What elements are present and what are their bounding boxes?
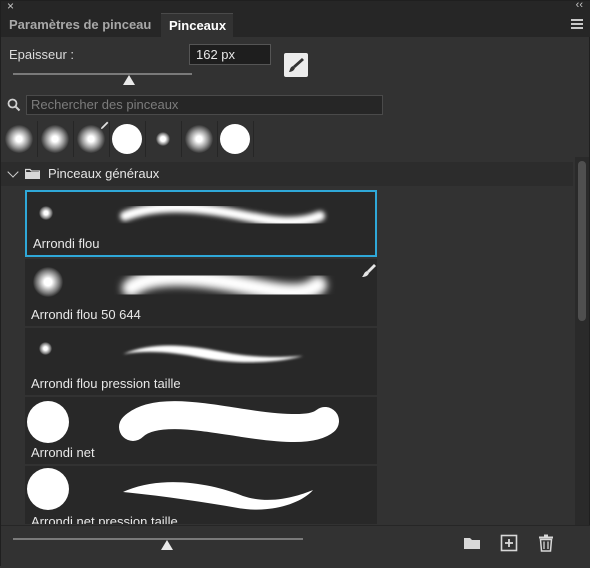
search-input[interactable]: Rechercher des pinceaux: [26, 95, 383, 115]
collapse-icon[interactable]: ‹‹: [576, 0, 583, 11]
panel-titlebar: × ‹‹: [1, 0, 590, 13]
preview-size-slider[interactable]: [13, 538, 303, 550]
stroke-preview: [122, 268, 327, 302]
brush-item-arrondi-flou-50[interactable]: Arrondi flou 50 644: [25, 259, 377, 326]
new-group-icon[interactable]: [463, 534, 481, 552]
list-scrollbar[interactable]: [575, 157, 589, 525]
brush-label: Arrondi flou 50 644: [31, 307, 141, 322]
chevron-down-icon[interactable]: [7, 166, 19, 178]
stroke-preview: [119, 401, 339, 442]
pressure-pen-icon: [100, 121, 109, 130]
brush-tip-preview: [220, 124, 250, 154]
recent-brush-6[interactable]: [181, 121, 218, 157]
tab-bar: Paramètres de pinceau Pinceaux: [1, 13, 590, 37]
brush-tip-preview: [27, 468, 69, 510]
stroke-preview: [123, 345, 303, 363]
brush-label: Arrondi flou pression taille: [31, 376, 181, 391]
brush-item-arrondi-flou-pression[interactable]: Arrondi flou pression taille: [25, 328, 377, 395]
size-field[interactable]: 162 px: [189, 44, 271, 65]
brush-tip-preview: [39, 342, 52, 355]
brush-item-arrondi-net-pression[interactable]: Arrondi net pression taille: [25, 466, 377, 524]
brush-label: Arrondi net: [31, 445, 95, 460]
brush-tip-preview: [41, 125, 69, 153]
brush-list: Arrondi flou Arrondi flou 50 644 Arrondi…: [1, 187, 573, 524]
close-icon[interactable]: ×: [7, 0, 14, 13]
stroke-preview: [120, 202, 325, 227]
stroke-preview: [123, 482, 313, 510]
recent-brush-1[interactable]: [1, 121, 38, 157]
size-slider-thumb[interactable]: [123, 75, 136, 85]
brush-tip-preview: [39, 206, 53, 220]
recent-brush-7[interactable]: [217, 121, 254, 157]
tab-brush-settings[interactable]: Paramètres de pinceau: [1, 13, 161, 37]
brush-tip-preview: [112, 124, 142, 154]
recent-brush-4[interactable]: [109, 121, 146, 157]
brush-group-row[interactable]: Pinceaux généraux: [1, 162, 573, 186]
preview-slider-thumb[interactable]: [160, 540, 173, 550]
brush-item-arrondi-flou[interactable]: Arrondi flou: [25, 190, 377, 257]
brush-tip-preview: [185, 125, 213, 153]
folder-icon: [25, 168, 40, 179]
brush-item-arrondi-net[interactable]: Arrondi net: [25, 397, 377, 464]
brushes-panel: × ‹‹ Paramètres de pinceau Pinceaux Epai…: [0, 0, 590, 568]
group-label: Pinceaux généraux: [48, 166, 160, 181]
scrollbar-thumb[interactable]: [578, 161, 586, 321]
size-label: Epaisseur :: [9, 47, 75, 62]
brush-tip-preview: [5, 125, 33, 153]
recent-brush-3[interactable]: [73, 121, 110, 157]
brush-label: Arrondi flou: [33, 236, 100, 251]
brush-icon: [289, 58, 304, 72]
brush-edit-button[interactable]: [284, 53, 308, 77]
tab-brushes[interactable]: Pinceaux: [161, 13, 233, 37]
brush-tip-preview: [156, 132, 170, 146]
brush-tip-preview: [27, 401, 69, 443]
search-icon: [7, 98, 21, 112]
recent-brush-5[interactable]: [145, 121, 182, 157]
recent-brush-2[interactable]: [37, 121, 74, 157]
brush-tip-preview: [33, 267, 63, 297]
delete-icon[interactable]: [537, 534, 555, 552]
bottom-toolbar: [1, 525, 590, 568]
pressure-pen-icon: [362, 264, 376, 277]
size-slider[interactable]: [13, 73, 192, 85]
brush-label: Arrondi net pression taille: [31, 514, 178, 524]
new-brush-icon[interactable]: [500, 534, 518, 552]
panel-menu-icon[interactable]: [571, 19, 583, 29]
